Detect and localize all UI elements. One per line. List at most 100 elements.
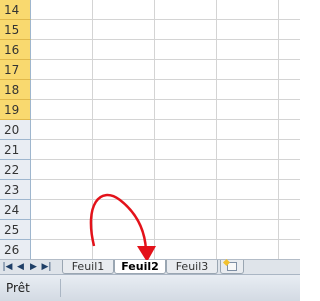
column-divider <box>92 160 93 179</box>
row-header-18[interactable]: 18 <box>0 80 31 100</box>
column-divider <box>92 100 93 119</box>
previous-sheet-button[interactable]: ◀ <box>15 261 26 273</box>
column-divider <box>92 200 93 219</box>
row-cells[interactable] <box>31 100 300 120</box>
insert-worksheet-icon <box>227 262 237 271</box>
column-divider <box>92 120 93 139</box>
grid-row: 19 <box>0 100 300 120</box>
row-cells[interactable] <box>31 200 300 220</box>
column-divider <box>278 80 279 99</box>
column-divider <box>154 40 155 59</box>
tab-feuil2[interactable]: Feuil2 <box>114 260 166 274</box>
column-divider <box>278 20 279 39</box>
grid-row: 26 <box>0 240 300 260</box>
column-divider <box>278 120 279 139</box>
grid-row: 24 <box>0 200 300 220</box>
status-divider <box>60 279 61 297</box>
column-divider <box>278 0 279 19</box>
row-header-25[interactable]: 25 <box>0 220 31 240</box>
column-divider <box>216 40 217 59</box>
status-text: Prêt <box>6 281 30 295</box>
next-sheet-button[interactable]: ▶ <box>28 261 39 273</box>
column-divider <box>278 180 279 199</box>
grid-row: 20 <box>0 120 300 140</box>
column-divider <box>216 0 217 19</box>
row-header-26[interactable]: 26 <box>0 240 31 260</box>
tab-feuil1[interactable]: Feuil1 <box>62 260 114 274</box>
column-divider <box>154 0 155 19</box>
grid-row: 25 <box>0 220 300 240</box>
sheet-tab-bar: |◀ ◀ ▶ ▶| Feuil1 Feuil2 Feuil3 <box>0 259 300 274</box>
column-divider <box>92 0 93 19</box>
tab-feuil3[interactable]: Feuil3 <box>166 260 218 274</box>
grid-row: 16 <box>0 40 300 60</box>
column-divider <box>216 20 217 39</box>
row-cells[interactable] <box>31 220 300 240</box>
column-divider <box>92 60 93 79</box>
spreadsheet-grid: 14 15 16 17 18 19 20 21 22 23 24 25 26 <box>0 0 300 260</box>
row-header-23[interactable]: 23 <box>0 180 31 200</box>
column-divider <box>154 60 155 79</box>
row-cells[interactable] <box>31 240 300 260</box>
grid-row: 17 <box>0 60 300 80</box>
column-divider <box>154 180 155 199</box>
column-divider <box>92 40 93 59</box>
column-divider <box>92 20 93 39</box>
column-divider <box>278 240 279 259</box>
grid-row: 15 <box>0 20 300 40</box>
insert-sheet-button[interactable] <box>220 260 244 274</box>
grid-row: 21 <box>0 140 300 160</box>
column-divider <box>278 40 279 59</box>
row-cells[interactable] <box>31 140 300 160</box>
row-header-15[interactable]: 15 <box>0 20 31 40</box>
column-divider <box>278 220 279 239</box>
column-divider <box>154 220 155 239</box>
column-divider <box>216 100 217 119</box>
column-divider <box>216 180 217 199</box>
column-divider <box>216 80 217 99</box>
column-divider <box>216 220 217 239</box>
first-sheet-button[interactable]: |◀ <box>2 261 13 273</box>
column-divider <box>216 60 217 79</box>
column-divider <box>154 20 155 39</box>
row-cells[interactable] <box>31 80 300 100</box>
row-cells[interactable] <box>31 60 300 80</box>
grid-row: 14 <box>0 0 300 20</box>
row-header-19[interactable]: 19 <box>0 100 31 120</box>
grid-row: 18 <box>0 80 300 100</box>
column-divider <box>278 100 279 119</box>
column-divider <box>92 240 93 259</box>
status-bar: Prêt <box>0 274 300 301</box>
column-divider <box>154 240 155 259</box>
row-cells[interactable] <box>31 120 300 140</box>
row-header-22[interactable]: 22 <box>0 160 31 180</box>
column-divider <box>216 240 217 259</box>
column-divider <box>92 220 93 239</box>
row-header-17[interactable]: 17 <box>0 60 31 80</box>
row-cells[interactable] <box>31 40 300 60</box>
grid-row: 23 <box>0 180 300 200</box>
row-cells[interactable] <box>31 20 300 40</box>
column-divider <box>216 140 217 159</box>
row-header-16[interactable]: 16 <box>0 40 31 60</box>
column-divider <box>92 180 93 199</box>
column-divider <box>154 200 155 219</box>
column-divider <box>216 200 217 219</box>
column-divider <box>92 140 93 159</box>
column-divider <box>154 100 155 119</box>
column-divider <box>216 120 217 139</box>
row-header-21[interactable]: 21 <box>0 140 31 160</box>
column-divider <box>92 80 93 99</box>
row-header-24[interactable]: 24 <box>0 200 31 220</box>
row-cells[interactable] <box>31 160 300 180</box>
row-header-20[interactable]: 20 <box>0 120 31 140</box>
row-header-14[interactable]: 14 <box>0 0 31 20</box>
column-divider <box>278 200 279 219</box>
column-divider <box>154 120 155 139</box>
column-divider <box>154 160 155 179</box>
row-cells[interactable] <box>31 180 300 200</box>
column-divider <box>278 160 279 179</box>
grid-row: 22 <box>0 160 300 180</box>
row-cells[interactable] <box>31 0 300 20</box>
last-sheet-button[interactable]: ▶| <box>41 261 52 273</box>
